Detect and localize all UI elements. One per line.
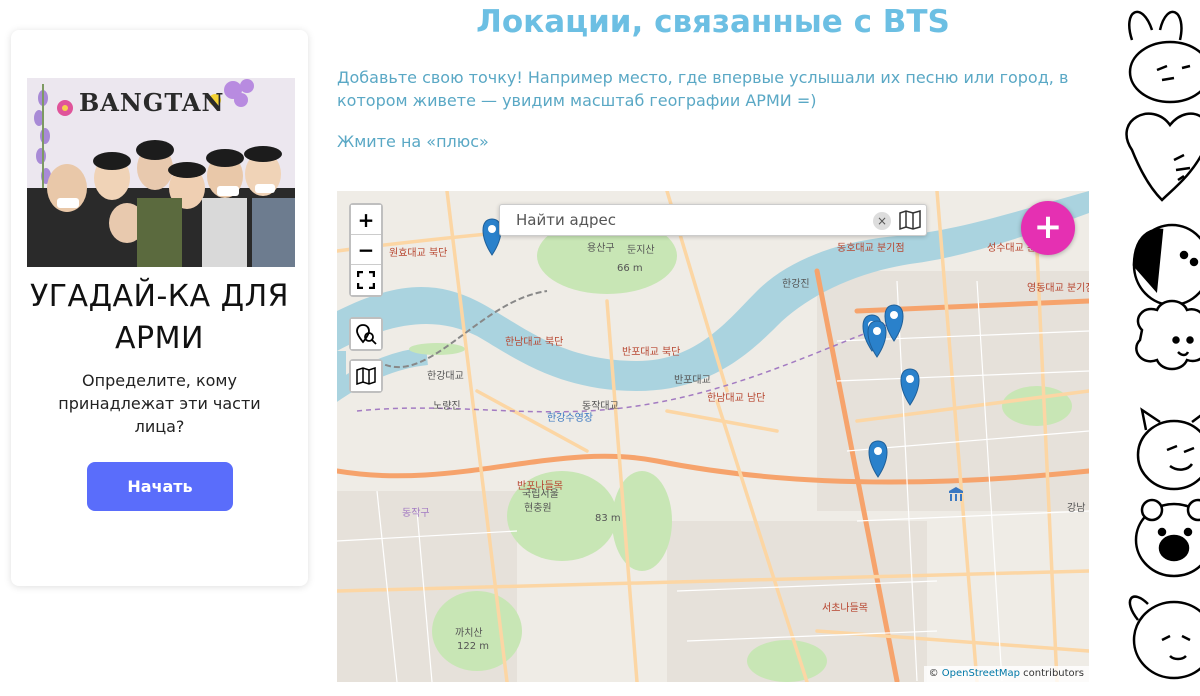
sheep-doodle-icon <box>1135 299 1200 371</box>
attribution-suffix: contributors <box>1020 668 1084 679</box>
bt21-doodles <box>1125 10 1200 680</box>
page-root: BANGTAN УГАДАЙ-КА ДЛЯ АРМИ Определите, к… <box>0 0 1200 696</box>
map-label: 영동대교 분기점 <box>1027 282 1089 294</box>
plus-icon: + <box>1033 207 1063 247</box>
intro-text: Добавьте свою точку! Например место, где… <box>337 68 1069 110</box>
map-label: 한남대교 남단 <box>707 392 765 404</box>
quiz-card: BANGTAN УГАДАЙ-КА ДЛЯ АРМИ Определите, к… <box>11 30 308 586</box>
search-location-icon <box>356 324 377 345</box>
map-container[interactable]: 원효대교 북단 용산구 둔지산 66 m 한강진 동호대교 분기점 성수대교 분… <box>337 191 1089 682</box>
map-label: 용산구 <box>587 242 615 254</box>
start-button[interactable]: Начать <box>87 462 233 511</box>
zoom-controls: + − <box>349 203 383 297</box>
map-label: 서초나들목 <box>822 602 868 614</box>
heart-doodle-icon <box>1125 112 1200 202</box>
attribution-prefix: © <box>928 668 942 679</box>
map-label: 반포나들목 <box>517 480 563 492</box>
hint-text: Жмите на «плюс» <box>337 132 489 151</box>
card-photo: BANGTAN <box>27 78 295 267</box>
map-label: 반포대교 <box>674 374 711 386</box>
book-map-icon <box>356 367 376 385</box>
address-search: × <box>499 204 927 236</box>
plus-icon: + <box>357 207 375 232</box>
address-search-input[interactable] <box>500 205 870 235</box>
zoom-out-button[interactable]: − <box>351 235 381 265</box>
map-label: 83 m <box>595 513 621 524</box>
map-label: 노량진 <box>433 400 461 412</box>
map-label: 강남 <box>1067 502 1085 514</box>
openstreetmap-link[interactable]: OpenStreetMap <box>942 668 1020 679</box>
fullscreen-icon <box>357 271 375 289</box>
zoom-in-button[interactable]: + <box>351 205 381 235</box>
cat-doodle-icon <box>1136 407 1200 491</box>
photo-caption: BANGTAN <box>79 88 225 117</box>
map-label: 반포대교 북단 <box>622 346 680 358</box>
map-tiles[interactable]: 원효대교 북단 용산구 둔지산 66 m 한강진 동호대교 분기점 성수대교 분… <box>337 191 1089 682</box>
clear-icon[interactable]: × <box>873 212 891 230</box>
book-map-icon[interactable] <box>898 209 922 231</box>
map-label: 한남대교 북단 <box>505 336 563 348</box>
quiz-description: Определите, кому принадлежат эти части л… <box>58 371 261 436</box>
map-label: 한강대교 <box>427 370 464 382</box>
map-label: 122 m <box>457 641 489 652</box>
page-title: Локации, связанные с BTS <box>476 4 950 40</box>
book-map-button[interactable] <box>351 361 381 391</box>
bear-doodle-icon <box>1134 498 1200 578</box>
search-location-button[interactable] <box>351 319 381 349</box>
map-label: 동작구 <box>402 507 430 519</box>
map-attribution: © OpenStreetMap contributors <box>923 666 1089 682</box>
panda-doodle-icon <box>1132 223 1200 307</box>
map-label: 동호대교 분기점 <box>837 242 905 254</box>
puppy-doodle-icon <box>1128 595 1200 680</box>
map-label: 까치산 <box>455 627 483 639</box>
locate-control <box>349 317 383 351</box>
map-label: 한강수영장 <box>547 412 593 424</box>
rabbit-doodle-icon <box>1128 10 1200 104</box>
map-label: 둔지산 <box>627 244 655 256</box>
add-point-button[interactable]: + <box>1021 201 1075 255</box>
layers-control <box>349 359 383 393</box>
map-label: 원효대교 북단 <box>389 247 447 259</box>
map-label: 66 m <box>617 263 643 274</box>
map-label: 한강진 <box>782 278 810 290</box>
quiz-title: УГАДАЙ-КА ДЛЯ АРМИ <box>29 279 290 356</box>
map-label: 현충원 <box>524 502 552 514</box>
map-label: 동작대교 <box>582 400 619 412</box>
minus-icon: − <box>357 237 375 262</box>
fullscreen-button[interactable] <box>351 265 381 295</box>
